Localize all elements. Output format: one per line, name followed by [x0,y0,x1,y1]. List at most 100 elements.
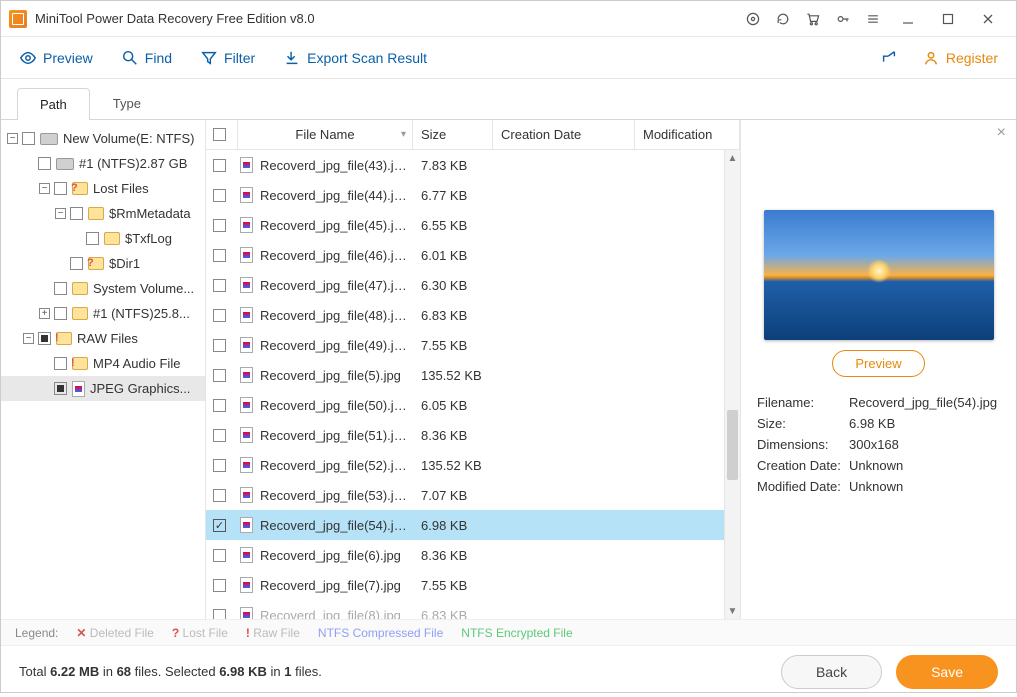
menu-icon[interactable] [858,4,888,34]
tree-item[interactable]: − RAW Files [1,326,205,351]
maximize-button[interactable] [928,4,968,34]
file-size: 6.83 KB [413,608,493,620]
scroll-down-icon[interactable]: ▼ [725,603,740,619]
app-title: MiniTool Power Data Recovery Free Editio… [35,11,315,26]
row-checkbox[interactable] [213,159,226,172]
file-size: 6.83 KB [413,308,493,323]
row-checkbox[interactable] [213,279,226,292]
file-row[interactable]: Recoverd_jpg_file(45).jpg6.55 KB [206,210,740,240]
filter-button[interactable]: Filter [200,49,255,67]
jpeg-file-icon [240,247,253,263]
tree-checkbox[interactable] [38,157,51,170]
header-creation-date[interactable]: Creation Date [493,120,635,149]
row-checkbox[interactable] [213,609,226,620]
row-checkbox[interactable] [213,189,226,202]
tree-toggle-icon[interactable]: − [55,208,66,219]
jpeg-file-icon [240,157,253,173]
tree-item[interactable]: MP4 Audio File [1,351,205,376]
file-row[interactable]: Recoverd_jpg_file(7).jpg7.55 KB [206,570,740,600]
tree-item[interactable]: System Volume... [1,276,205,301]
file-row[interactable]: Recoverd_jpg_file(54).jpg6.98 KB [206,510,740,540]
file-row[interactable]: Recoverd_jpg_file(5).jpg135.52 KB [206,360,740,390]
file-row[interactable]: Recoverd_jpg_file(46).jpg6.01 KB [206,240,740,270]
row-checkbox[interactable] [213,399,226,412]
export-button[interactable]: Export Scan Result [283,49,427,67]
file-row[interactable]: Recoverd_jpg_file(47).jpg6.30 KB [206,270,740,300]
close-preview-icon[interactable]: × [997,124,1006,142]
tree-checkbox[interactable] [22,132,35,145]
tree-toggle-icon[interactable]: − [7,133,18,144]
tree-checkbox[interactable] [54,307,67,320]
titlebar: MiniTool Power Data Recovery Free Editio… [1,1,1016,37]
row-checkbox[interactable] [213,369,226,382]
tree-item[interactable]: −Lost Files [1,176,205,201]
minimize-button[interactable] [888,4,928,34]
register-button[interactable]: Register [922,49,998,67]
header-modification[interactable]: Modification [635,120,740,149]
tree-checkbox[interactable] [70,207,83,220]
file-row[interactable]: Recoverd_jpg_file(50).jpg6.05 KB [206,390,740,420]
file-name: Recoverd_jpg_file(53).jpg [260,488,413,503]
row-checkbox[interactable] [213,309,226,322]
file-row[interactable]: Recoverd_jpg_file(51).jpg8.36 KB [206,420,740,450]
tree-item[interactable]: $TxfLog [1,226,205,251]
preview-button-panel[interactable]: Preview [832,350,924,377]
vertical-scrollbar[interactable]: ▲ ▼ [724,150,740,619]
file-row[interactable]: Recoverd_jpg_file(53).jpg7.07 KB [206,480,740,510]
tree-checkbox[interactable] [54,182,67,195]
file-row[interactable]: Recoverd_jpg_file(6).jpg8.36 KB [206,540,740,570]
tree-item[interactable]: −$RmMetadata [1,201,205,226]
jpeg-file-icon [240,337,253,353]
cart-icon[interactable] [798,4,828,34]
row-checkbox[interactable] [213,429,226,442]
header-checkbox[interactable] [206,120,238,149]
tab-type[interactable]: Type [90,87,164,119]
row-checkbox[interactable] [213,489,226,502]
tree-checkbox[interactable] [86,232,99,245]
file-row[interactable]: Recoverd_jpg_file(44).jpg6.77 KB [206,180,740,210]
file-size: 7.55 KB [413,578,493,593]
refresh-icon[interactable] [768,4,798,34]
tree-toggle-icon[interactable]: − [23,333,34,344]
tree-checkbox[interactable] [54,382,67,395]
tree-checkbox[interactable] [54,357,67,370]
row-checkbox[interactable] [213,249,226,262]
tree-item[interactable]: JPEG Graphics... [1,376,205,401]
close-button[interactable] [968,4,1008,34]
tree-item[interactable]: #1 (NTFS)2.87 GB [1,151,205,176]
row-checkbox[interactable] [213,579,226,592]
preview-pane: × Preview Filename:Recoverd_jpg_file(54)… [741,120,1016,619]
row-checkbox[interactable] [213,339,226,352]
row-checkbox[interactable] [213,549,226,562]
tree-item[interactable]: + #1 (NTFS)25.8... [1,301,205,326]
scroll-up-icon[interactable]: ▲ [725,150,740,166]
find-button[interactable]: Find [121,49,172,67]
save-button[interactable]: Save [896,655,998,689]
tree-item[interactable]: $Dir1 [1,251,205,276]
file-row[interactable]: Recoverd_jpg_file(43).jpg7.83 KB [206,150,740,180]
tree-label: #1 (NTFS)25.8... [93,306,190,321]
target-icon[interactable] [738,4,768,34]
tree-checkbox[interactable] [70,257,83,270]
row-checkbox[interactable] [213,459,226,472]
tree-item[interactable]: −New Volume(E: NTFS) [1,126,205,151]
scrollbar-thumb[interactable] [727,410,738,480]
tree-checkbox[interactable] [38,332,51,345]
tree-checkbox[interactable] [54,282,67,295]
tree-label: RAW Files [77,331,138,346]
header-size[interactable]: Size [413,120,493,149]
header-filename[interactable]: File Name▾ [238,120,413,149]
row-checkbox[interactable] [213,519,226,532]
share-icon[interactable] [880,49,904,67]
file-row[interactable]: Recoverd_jpg_file(49).jpg7.55 KB [206,330,740,360]
tab-path[interactable]: Path [17,88,90,120]
tree-toggle-icon[interactable]: + [39,308,50,319]
key-icon[interactable] [828,4,858,34]
back-button[interactable]: Back [781,655,882,689]
file-row[interactable]: Recoverd_jpg_file(48).jpg6.83 KB [206,300,740,330]
tree-toggle-icon[interactable]: − [39,183,50,194]
preview-button[interactable]: Preview [19,49,93,67]
row-checkbox[interactable] [213,219,226,232]
file-row[interactable]: Recoverd_jpg_file(8).jpg6.83 KB [206,600,740,619]
file-row[interactable]: Recoverd_jpg_file(52).jpg135.52 KB [206,450,740,480]
